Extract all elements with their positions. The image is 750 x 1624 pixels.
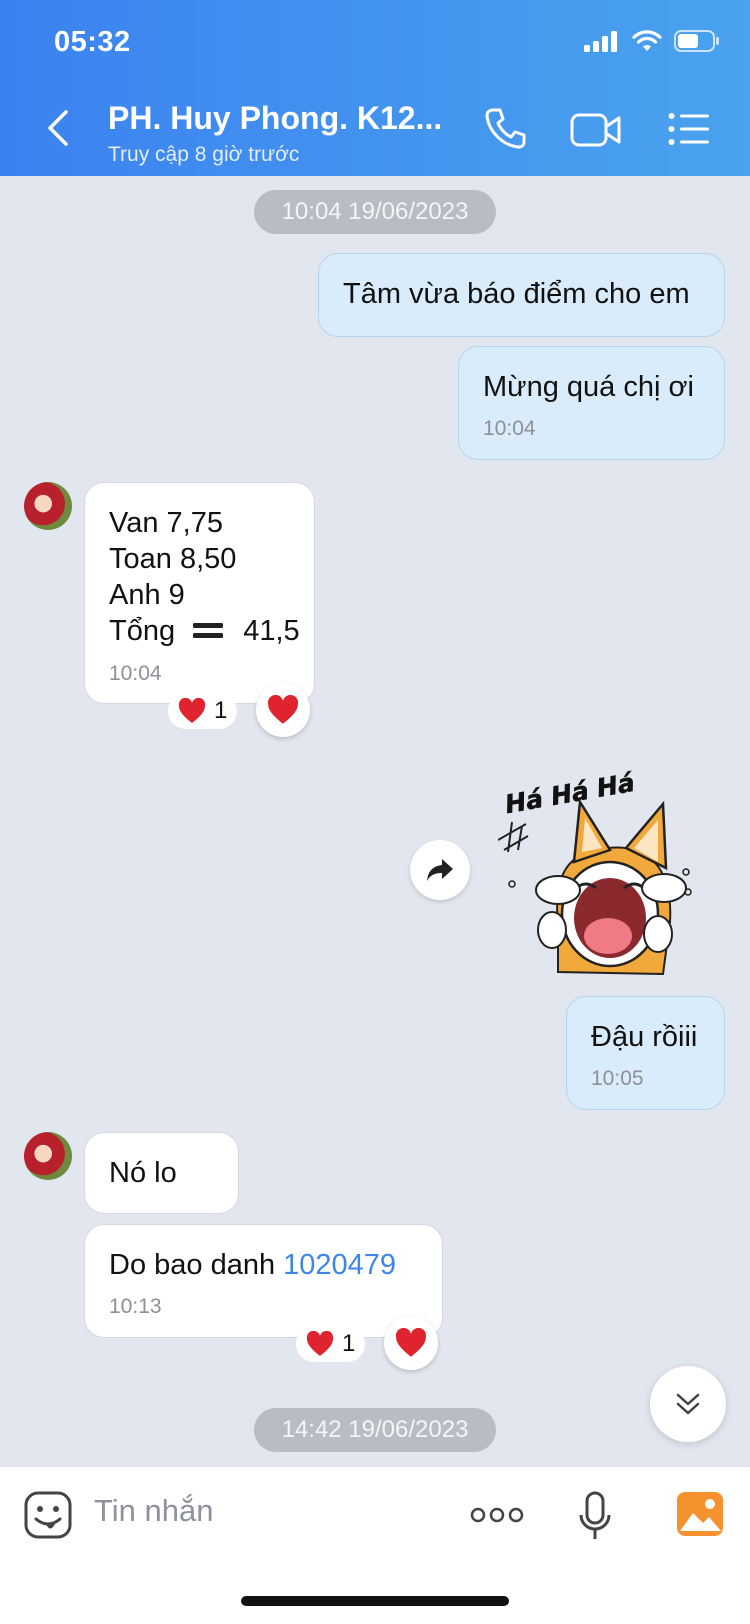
message-bubble-sent[interactable]: Đậu rồiii 10:05 <box>566 996 725 1110</box>
more-options-icon[interactable] <box>470 1505 524 1525</box>
home-indicator <box>241 1596 509 1606</box>
message-line: Tổng 41,5 <box>109 613 300 650</box>
microphone-icon[interactable] <box>578 1491 612 1541</box>
equals-emoji-icon <box>193 614 224 650</box>
message-text: Mừng quá chị ơi <box>483 371 694 403</box>
reaction-count: 1 <box>214 697 228 724</box>
menu-list-icon[interactable] <box>668 112 710 146</box>
laughing-fox-sticker-icon: Há Há Há <box>497 768 692 976</box>
video-call-icon[interactable] <box>570 112 622 148</box>
chat-title[interactable]: PH. Huy Phong. K12... <box>108 100 442 137</box>
wifi-icon <box>632 30 662 51</box>
gallery-image-icon[interactable] <box>676 1491 724 1537</box>
scroll-to-bottom-button[interactable] <box>650 1366 726 1442</box>
back-arrow-icon[interactable] <box>40 108 80 148</box>
sticker-caption: Há Há Há <box>503 768 637 819</box>
forward-arrow-icon <box>427 859 453 881</box>
reaction-summary[interactable]: 1 <box>296 1326 366 1362</box>
message-text-prefix: Do bao danh <box>109 1249 284 1281</box>
message-text: Tâm vừa báo điểm cho em <box>343 278 690 310</box>
phone-number-link[interactable]: 1020479 <box>283 1249 396 1281</box>
avatar[interactable] <box>24 1132 72 1180</box>
heart-icon <box>306 1331 334 1356</box>
status-time: 05:32 <box>54 26 131 58</box>
forward-button[interactable] <box>410 840 470 900</box>
heart-icon <box>267 695 299 724</box>
message-line: Toan 8,50 <box>109 543 237 575</box>
message-bubble-received[interactable]: Van 7,75 Toan 8,50 Anh 9 Tổng 41,5 10:04 <box>84 482 315 704</box>
message-bubble-received[interactable]: Do bao danh 1020479 10:13 <box>84 1224 443 1338</box>
message-time: 10:04 <box>483 417 536 440</box>
chat-header: 05:32 PH. Huy Phong. K12... Truy cập 8 g… <box>0 0 750 176</box>
battery-icon <box>674 30 719 52</box>
message-bubble-received[interactable]: Nó lo <box>84 1132 239 1214</box>
message-time: 10:05 <box>591 1067 644 1090</box>
date-separator: 14:42 19/06/2023 <box>254 1408 496 1452</box>
heart-icon <box>178 698 206 723</box>
message-text: Nó lo <box>109 1157 177 1189</box>
status-icons <box>584 30 720 52</box>
signal-icon <box>584 31 617 52</box>
total-value: 41,5 <box>243 615 300 647</box>
sticker[interactable]: Há Há Há <box>497 752 728 988</box>
avatar[interactable] <box>24 482 72 530</box>
message-line: Van 7,75 <box>109 507 223 539</box>
message-time: 10:04 <box>109 662 162 686</box>
message-bubble-sent[interactable]: Mừng quá chị ơi 10:04 <box>458 346 725 460</box>
message-bubble-sent[interactable]: Tâm vừa báo điểm cho em <box>318 253 725 337</box>
last-seen-status: Truy cập 8 giờ trước <box>108 143 300 166</box>
sticker-emoji-icon[interactable] <box>24 1491 72 1539</box>
heart-icon <box>395 1328 427 1357</box>
message-time: 10:13 <box>109 1295 162 1318</box>
react-button[interactable] <box>256 683 310 737</box>
react-button[interactable] <box>384 1316 438 1370</box>
message-input[interactable]: Tin nhắn <box>94 1493 214 1529</box>
phone-call-icon[interactable] <box>484 106 528 150</box>
message-text: Do bao danh 1020479 <box>109 1247 418 1283</box>
date-separator: 10:04 19/06/2023 <box>254 190 496 234</box>
message-line: Anh 9 <box>109 579 185 611</box>
double-chevron-down-icon <box>676 1393 700 1415</box>
message-text: Đậu rồiii <box>591 1021 698 1053</box>
reaction-summary[interactable]: 1 <box>168 693 238 729</box>
total-label: Tổng <box>109 615 176 647</box>
reaction-count: 1 <box>342 1330 356 1357</box>
